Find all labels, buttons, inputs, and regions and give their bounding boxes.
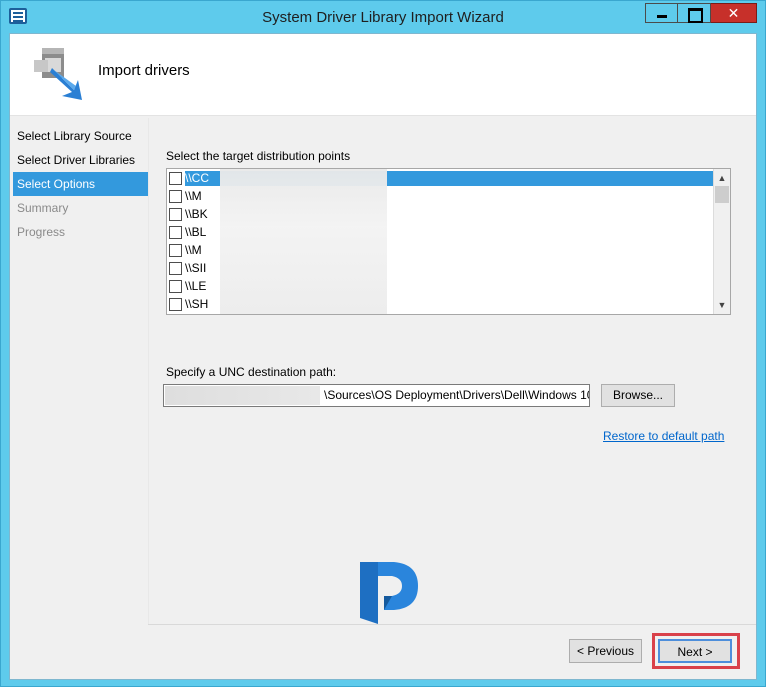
dp-checkbox[interactable] <box>169 172 182 185</box>
step-select-driver-libraries[interactable]: Select Driver Libraries <box>10 148 148 172</box>
dp-name: \\M <box>185 243 202 257</box>
dp-checkbox[interactable] <box>169 298 182 311</box>
dp-name: \\M <box>185 189 202 203</box>
wizard-client: Import drivers Select Library Source Sel… <box>9 33 757 680</box>
dp-name: \\SH <box>185 297 209 311</box>
dp-checkbox[interactable] <box>169 190 182 203</box>
dp-checkbox[interactable] <box>169 244 182 257</box>
browse-button[interactable]: Browse... <box>601 384 675 407</box>
scroll-thumb[interactable] <box>715 186 729 203</box>
import-drivers-icon <box>34 48 82 100</box>
wizard-steps: Select Library Source Select Driver Libr… <box>10 124 148 244</box>
minimize-button[interactable] <box>645 3 678 23</box>
redacted-area <box>220 169 387 314</box>
step-summary: Summary <box>17 201 69 215</box>
logo-watermark-icon <box>360 562 418 624</box>
wizard-banner: Import drivers <box>10 34 756 116</box>
restore-default-path-link[interactable]: Restore to default path <box>603 429 724 443</box>
close-button[interactable]: ✕ <box>711 3 757 23</box>
dp-name: \\BL <box>185 225 207 239</box>
unc-path-label: Specify a UNC destination path: <box>166 365 337 379</box>
unc-path-input[interactable]: \Sources\OS Deployment\Drivers\Dell\Wind… <box>163 384 590 407</box>
unc-path-value: \Sources\OS Deployment\Drivers\Dell\Wind… <box>324 388 590 402</box>
maximize-button[interactable] <box>678 3 711 23</box>
step-select-options[interactable]: Select Options <box>13 172 148 196</box>
step-select-library-source[interactable]: Select Library Source <box>10 124 148 148</box>
dp-name: \\LE <box>185 279 207 293</box>
wizard-window: System Driver Library Import Wizard ✕ Im… <box>0 0 766 687</box>
options-page: Select the target distribution points \\… <box>148 118 754 624</box>
dp-checkbox[interactable] <box>169 226 182 239</box>
dp-name: \\BK <box>185 207 208 221</box>
scroll-up-icon[interactable]: ▲ <box>714 170 730 186</box>
dp-checkbox[interactable] <box>169 280 182 293</box>
title-bar[interactable]: System Driver Library Import Wizard ✕ <box>1 1 765 33</box>
next-button[interactable]: Next > <box>658 639 732 663</box>
footer-divider <box>148 624 756 625</box>
distribution-points-list[interactable]: \\CC \\M \\BK \\BL \\M \\SII \\LE \\SH ▲… <box>166 168 731 315</box>
dp-checkbox[interactable] <box>169 208 182 221</box>
scroll-down-icon[interactable]: ▼ <box>714 297 730 313</box>
previous-button[interactable]: < Previous <box>569 639 642 663</box>
dp-checkbox[interactable] <box>169 262 182 275</box>
list-scrollbar[interactable]: ▲ ▼ <box>713 169 730 314</box>
close-icon: ✕ <box>727 5 740 21</box>
distribution-points-label: Select the target distribution points <box>166 149 351 163</box>
banner-title: Import drivers <box>98 62 190 79</box>
dp-name: \\SII <box>185 261 207 275</box>
redacted-area <box>165 386 320 405</box>
step-progress: Progress <box>17 225 66 239</box>
window-controls: ✕ <box>645 3 757 23</box>
